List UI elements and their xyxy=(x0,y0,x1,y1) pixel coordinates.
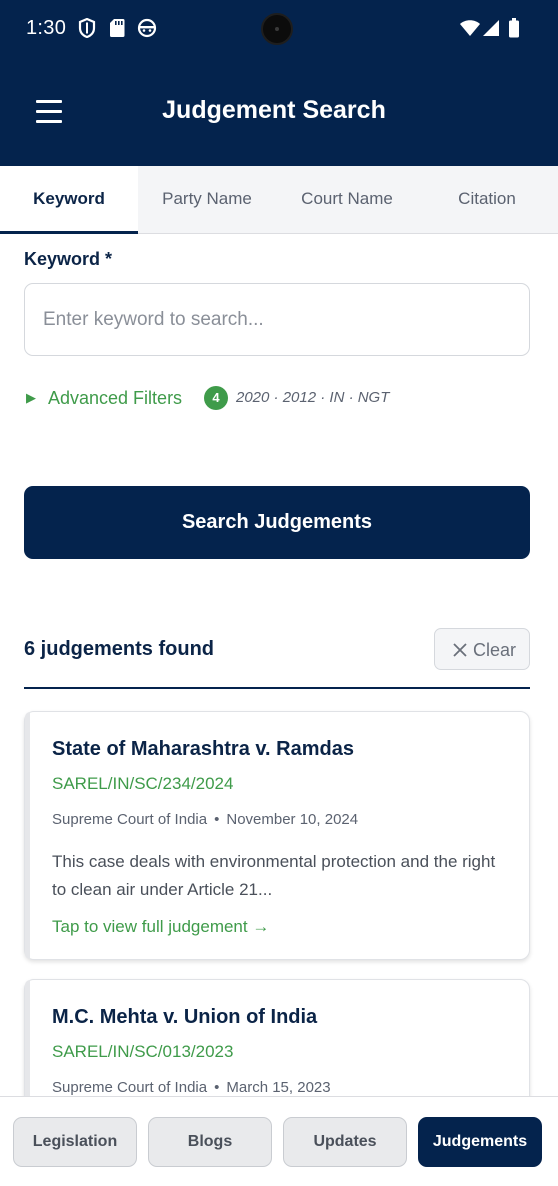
view-full-judgement-link[interactable]: Tap to view full judgement → xyxy=(52,917,269,937)
clear-button[interactable]: Clear xyxy=(434,628,530,670)
judgement-court: Supreme Court of India xyxy=(52,811,208,828)
search-mode-tabs: Keyword Party Name Court Name Citation xyxy=(0,166,558,234)
signal-icon xyxy=(483,20,499,36)
judgement-citation: SAREL/IN/SC/234/2024 xyxy=(52,774,234,793)
judgement-date: November 10, 2024 xyxy=(226,811,359,828)
judgement-description: This case deals with environmental prote… xyxy=(52,852,496,899)
nav-blogs-button[interactable]: Blogs xyxy=(148,1117,272,1167)
judgement-meta: Supreme Court of India • November 10, 2024 xyxy=(52,811,358,828)
judgement-court: Supreme Court of India xyxy=(52,1079,208,1096)
nav-judgements-button[interactable]: Judgements xyxy=(418,1117,542,1167)
judgement-meta: Supreme Court of India • March 15, 2023 xyxy=(52,1079,331,1096)
camera-cutout xyxy=(261,13,293,45)
triangle-right-icon: ▶ xyxy=(26,390,36,405)
advanced-filters-label: Advanced Filters xyxy=(48,388,183,408)
card-accent xyxy=(25,712,30,959)
separator-dot: • xyxy=(214,1079,220,1096)
tab-citation[interactable]: Citation xyxy=(418,166,556,234)
nav-updates-button[interactable]: Updates xyxy=(283,1117,407,1167)
judgement-title: State of Maharashtra v. Ramdas xyxy=(52,738,354,760)
keyword-input[interactable] xyxy=(24,283,530,356)
page-title: Judgement Search xyxy=(162,96,386,124)
results-count: 6 judgements found xyxy=(24,638,214,660)
clear-label: Clear xyxy=(473,640,517,660)
shield-icon xyxy=(78,18,96,38)
android-icon xyxy=(137,18,157,38)
app-bar: 1:30 Judgement Search xyxy=(0,0,558,166)
tab-party-name[interactable]: Party Name xyxy=(138,166,276,234)
sd-card-icon xyxy=(110,19,125,37)
bottom-nav: Legislation Blogs Updates Judgements xyxy=(0,1096,558,1186)
tab-court-name[interactable]: Court Name xyxy=(278,166,416,234)
judgement-citation: SAREL/IN/SC/013/2023 xyxy=(52,1042,234,1061)
tab-keyword[interactable]: Keyword xyxy=(0,166,138,234)
active-filters-summary: 2020 · 2012 · IN · NGT xyxy=(236,389,390,406)
status-bar: 1:30 xyxy=(0,0,558,60)
judgement-title: M.C. Mehta v. Union of India xyxy=(52,1006,318,1028)
wifi-icon xyxy=(460,20,480,36)
keyword-label: Keyword * xyxy=(24,249,113,269)
judgement-card[interactable]: State of Maharashtra v. Ramdas SAREL/IN/… xyxy=(24,711,530,960)
results-divider xyxy=(24,687,530,689)
filter-count-badge: 4 xyxy=(204,386,228,410)
status-time: 1:30 xyxy=(26,17,67,39)
close-icon xyxy=(453,643,467,657)
search-judgements-button[interactable]: Search Judgements xyxy=(24,486,530,559)
battery-icon xyxy=(509,18,519,38)
nav-legislation-button[interactable]: Legislation xyxy=(13,1117,137,1167)
separator-dot: • xyxy=(214,811,220,828)
judgement-date: March 15, 2023 xyxy=(226,1079,331,1096)
